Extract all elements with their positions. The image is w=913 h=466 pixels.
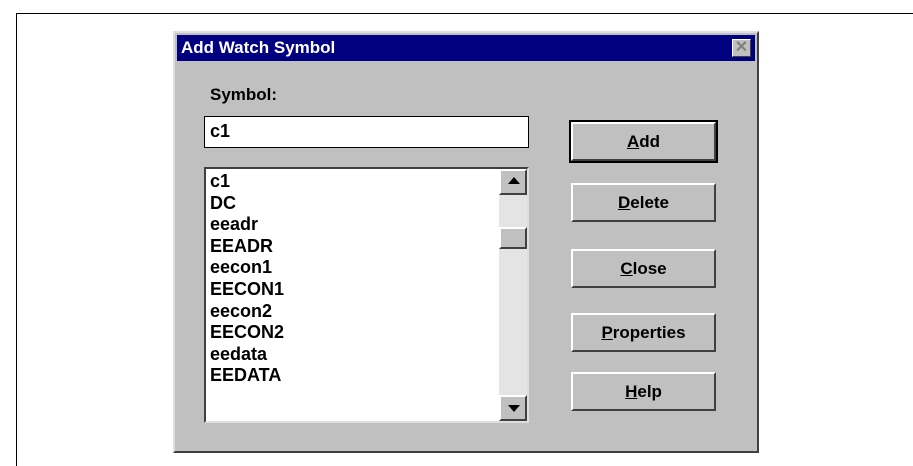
scroll-down-arrow-icon bbox=[508, 405, 520, 412]
properties-label-rest: roperties bbox=[612, 322, 686, 342]
close-mnemonic: C bbox=[620, 258, 633, 278]
add-watch-symbol-dialog: Add Watch Symbol ✕ Symbol: c1 c1 DC eead… bbox=[173, 31, 759, 453]
delete-button[interactable]: Delete bbox=[571, 183, 716, 222]
list-item[interactable]: c1 bbox=[210, 171, 500, 193]
delete-label-rest: elete bbox=[630, 192, 670, 212]
title-bar[interactable]: Add Watch Symbol ✕ bbox=[177, 35, 755, 61]
frame-border-top bbox=[16, 13, 913, 14]
list-item[interactable]: EECON2 bbox=[210, 322, 500, 344]
close-button[interactable]: Close bbox=[571, 249, 716, 288]
close-icon[interactable]: ✕ bbox=[732, 39, 751, 57]
list-item[interactable]: EECON1 bbox=[210, 279, 500, 301]
scroll-up-arrow-icon bbox=[508, 177, 520, 184]
symbol-input[interactable]: c1 bbox=[204, 116, 529, 148]
symbol-listbox[interactable]: c1 DC eeadr EEADR eecon1 EECON1 eecon2 E… bbox=[204, 167, 529, 423]
scroll-down-button[interactable] bbox=[499, 395, 527, 421]
symbol-list: c1 DC eeadr EEADR eecon1 EECON1 eecon2 E… bbox=[210, 171, 500, 387]
list-item[interactable]: EEADR bbox=[210, 236, 500, 258]
dialog-title: Add Watch Symbol bbox=[181, 38, 336, 57]
list-item[interactable]: eeadr bbox=[210, 214, 500, 236]
help-mnemonic: H bbox=[625, 381, 638, 401]
help-label-rest: elp bbox=[637, 381, 662, 401]
properties-mnemonic: P bbox=[601, 322, 613, 342]
scroll-up-button[interactable] bbox=[499, 169, 527, 195]
list-item[interactable]: DC bbox=[210, 193, 500, 215]
scroll-thumb[interactable] bbox=[499, 227, 527, 249]
list-item[interactable]: eecon2 bbox=[210, 301, 500, 323]
add-button[interactable]: Add bbox=[569, 120, 718, 163]
add-label-rest: dd bbox=[639, 131, 661, 151]
close-label-rest: lose bbox=[632, 258, 667, 278]
properties-button[interactable]: Properties bbox=[571, 313, 716, 352]
delete-mnemonic: D bbox=[617, 192, 631, 212]
list-item[interactable]: EEDATA bbox=[210, 365, 500, 387]
add-mnemonic: A bbox=[626, 131, 640, 151]
help-button[interactable]: Help bbox=[571, 372, 716, 411]
list-item[interactable]: eedata bbox=[210, 344, 500, 366]
list-item[interactable]: eecon1 bbox=[210, 257, 500, 279]
vertical-scrollbar[interactable] bbox=[499, 169, 527, 421]
frame-border-left bbox=[16, 13, 17, 466]
symbol-label: Symbol: bbox=[210, 85, 278, 104]
